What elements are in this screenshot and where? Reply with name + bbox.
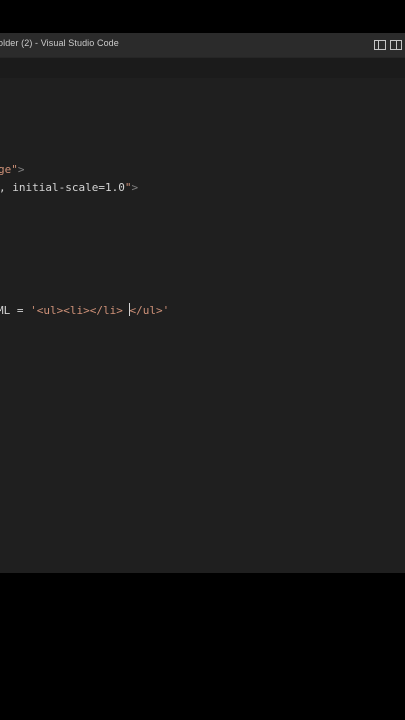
window-title-text: older (2) - Visual Studio Code	[0, 38, 119, 48]
editor-tab-strip	[0, 58, 405, 78]
screen: older (2) - Visual Studio Code ge"> , in…	[0, 0, 405, 720]
code-line: ge">	[0, 163, 25, 177]
code-line: ML = '<ul><li></li> </ul>'	[0, 303, 169, 318]
code-token: >	[131, 181, 139, 194]
code-editor[interactable]: ge"> , initial-scale=1.0"> ML = '<ul><li…	[0, 78, 405, 573]
code-token: </ul>'	[129, 304, 170, 317]
code-token: ge	[0, 163, 12, 176]
window-title: older (2) - Visual Studio Code	[0, 38, 119, 48]
toggle-primary-sidebar-icon[interactable]	[373, 38, 387, 52]
code-token: >	[17, 163, 25, 176]
vscode-window: older (2) - Visual Studio Code ge"> , in…	[0, 33, 405, 573]
letterbox-bottom	[0, 573, 405, 720]
code-line: , initial-scale=1.0">	[0, 181, 138, 195]
code-token: , initial-scale=1.0	[0, 181, 125, 194]
toggle-panel-icon[interactable]	[389, 38, 403, 52]
letterbox-top	[0, 0, 405, 33]
title-bar: older (2) - Visual Studio Code	[0, 33, 405, 58]
code-token: "	[11, 163, 18, 176]
code-token: ML =	[0, 304, 31, 317]
code-token: '<ul><li></li>	[30, 304, 130, 317]
